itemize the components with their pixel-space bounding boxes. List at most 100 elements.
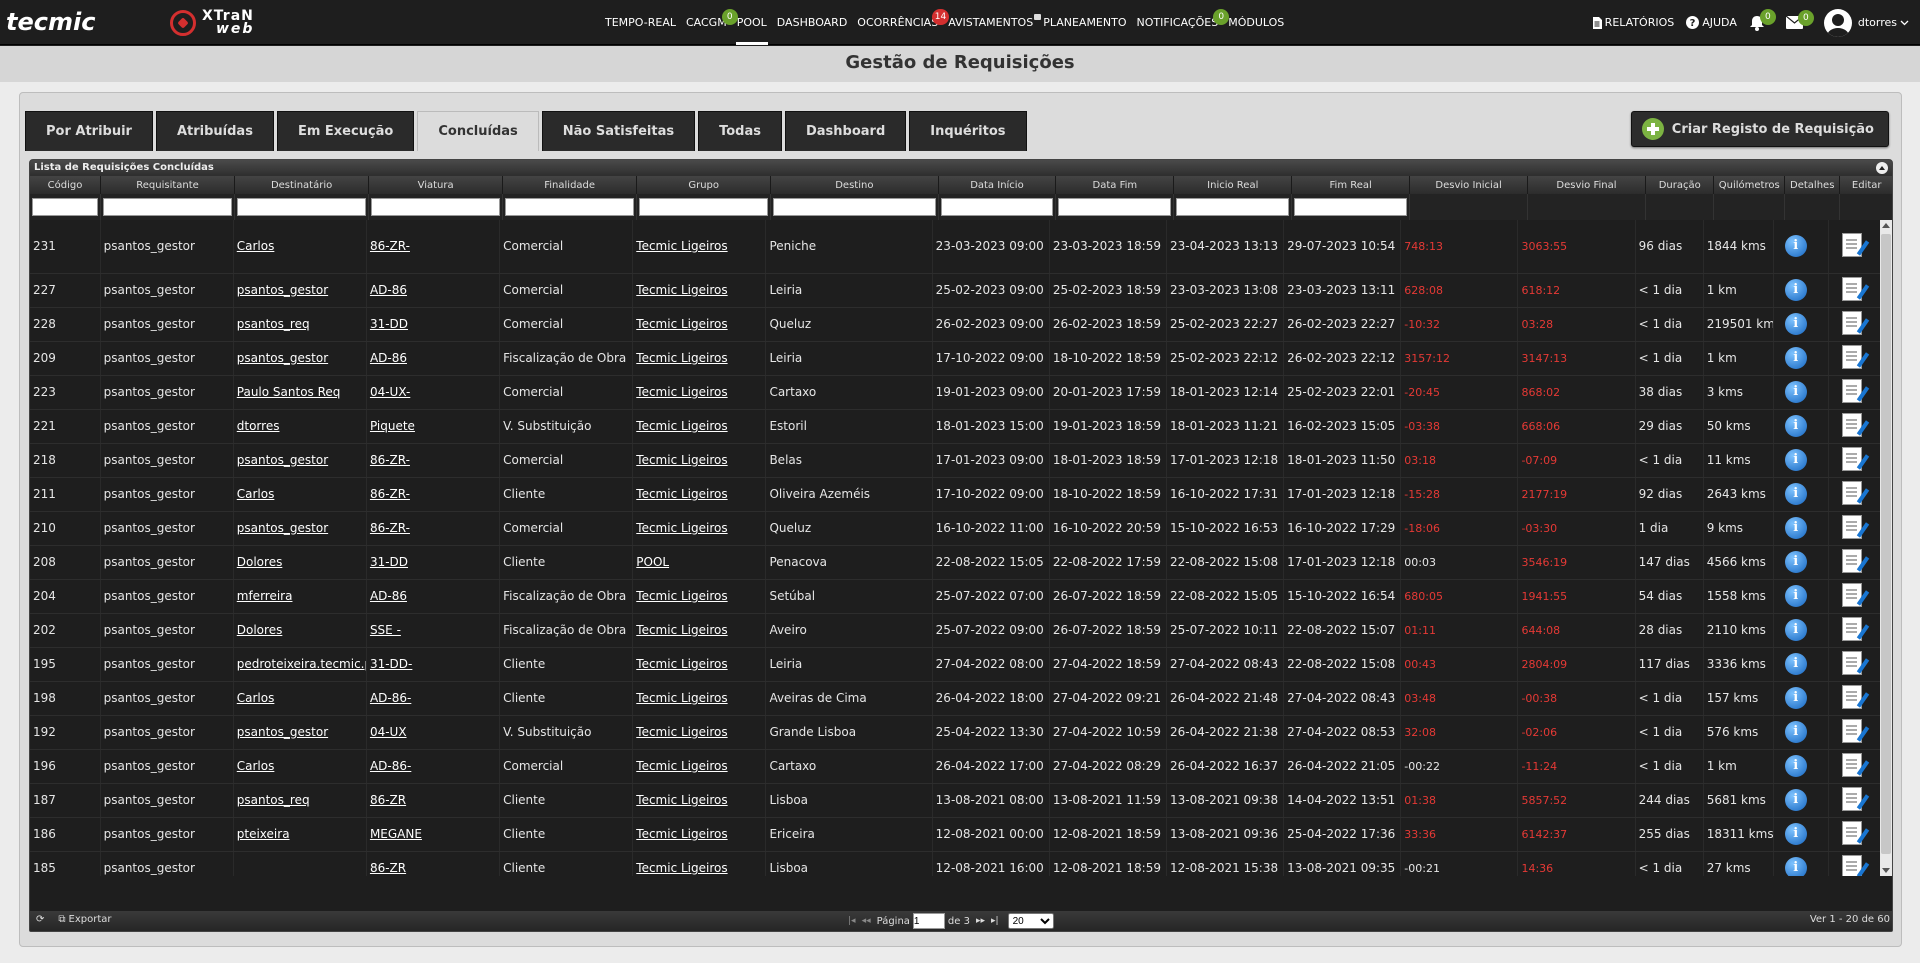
info-icon[interactable]: i (1784, 551, 1807, 573)
table-row[interactable]: 204 psantos_gestor mferreira AD-86 Fiscaliza… (30, 579, 1883, 614)
cell-link[interactable]: Tecmic Ligeiros (636, 317, 727, 331)
info-icon[interactable]: i (1784, 823, 1807, 845)
table-cell[interactable]: 86-ZR- (366, 511, 501, 546)
cell-link[interactable]: Tecmic Ligeiros (636, 385, 727, 399)
table-row[interactable]: 227 psantos_gestor psantos_gestor AD-86 Come… (30, 273, 1883, 308)
tab-6[interactable]: Dashboard (784, 111, 907, 151)
edit-icon[interactable] (1841, 232, 1862, 257)
info-icon[interactable]: i (1784, 517, 1807, 539)
cell-link[interactable]: POOL (636, 555, 669, 569)
cell-link[interactable]: Tecmic Ligeiros (636, 283, 727, 297)
edit-icon[interactable] (1841, 684, 1862, 709)
table-cell[interactable]: Carlos (233, 681, 367, 716)
column-header[interactable]: Desvio Final (1527, 176, 1646, 194)
table-cell[interactable]: AD-86- (366, 749, 501, 784)
table-cell[interactable]: Tecmic Ligeiros (632, 817, 767, 852)
cell-link[interactable]: psantos_gestor (237, 283, 328, 297)
export-icon[interactable]: ⧉ (58, 914, 65, 925)
nav-item-6[interactable]: PLANEAMENTO (1038, 0, 1131, 45)
cell-link[interactable]: Tecmic Ligeiros (636, 725, 727, 739)
cell-link[interactable]: AD-86- (370, 759, 411, 773)
info-icon[interactable]: i (1784, 789, 1807, 811)
info-icon[interactable]: i (1784, 721, 1807, 743)
column-header[interactable]: Inicio Real (1173, 176, 1293, 194)
column-header[interactable]: Quilómetros (1713, 176, 1786, 194)
column-header[interactable]: Requisitante (100, 176, 236, 194)
table-cell[interactable]: Tecmic Ligeiros (632, 341, 767, 376)
nav-item-5[interactable]: AVISTAMENTOS (943, 0, 1042, 45)
edit-icon[interactable] (1841, 854, 1862, 876)
table-cell[interactable]: Tecmic Ligeiros (632, 477, 767, 512)
table-cell[interactable]: Piquete (366, 409, 501, 444)
nav-item-4[interactable]: OCORRÊNCIAS 14 (852, 0, 950, 45)
table-cell[interactable]: 86-ZR- (366, 443, 501, 478)
prev-page-icon[interactable]: ◂◂ (862, 916, 871, 926)
info-icon[interactable]: i (1784, 235, 1807, 258)
cell-link[interactable]: 04-UX (370, 725, 407, 739)
table-cell[interactable]: MEGANE (366, 817, 501, 852)
table-cell[interactable]: 31-DD (366, 545, 501, 580)
table-row[interactable]: 218 psantos_gestor psantos_gestor 86-ZR- Com… (30, 443, 1883, 478)
table-cell[interactable]: dtorres (233, 409, 367, 444)
info-icon[interactable]: i (1784, 585, 1807, 607)
cell-link[interactable]: AD-86 (370, 351, 407, 365)
column-header[interactable]: Data Fim (1055, 176, 1175, 194)
cell-link[interactable]: psantos_gestor (237, 521, 328, 535)
table-cell[interactable]: Tecmic Ligeiros (632, 511, 767, 546)
tab-4[interactable]: Não Satisfeitas (541, 111, 696, 151)
cell-link[interactable]: 31-DD (370, 555, 408, 569)
table-cell[interactable]: Dolores (233, 545, 367, 580)
table-row[interactable]: 208 psantos_gestor Dolores 31-DD Cliente POOL… (30, 545, 1883, 580)
table-cell[interactable]: psantos_gestor (233, 715, 367, 750)
cell-link[interactable]: Piquete (370, 419, 415, 433)
cell-link[interactable]: AD-86 (370, 589, 407, 603)
tab-1[interactable]: Atribuídas (155, 111, 274, 151)
cell-link[interactable]: Tecmic Ligeiros (636, 589, 727, 603)
table-row[interactable]: 187 psantos_gestor psantos_req 86-ZR Cliente… (30, 783, 1883, 818)
nav-item-7[interactable]: NOTIFICAÇÕES 0 (1132, 0, 1230, 45)
column-header[interactable]: Viatura (368, 176, 504, 194)
table-row[interactable]: 198 psantos_gestor Carlos AD-86- Cliente Tecm… (30, 681, 1883, 716)
cell-link[interactable]: Dolores (237, 555, 283, 569)
info-icon[interactable]: i (1784, 687, 1807, 709)
nav-item-3[interactable]: DASHBOARD (772, 0, 853, 45)
grid-body-scroll[interactable]: 231 psantos_gestor Carlos 86-ZR- Comercial Te… (30, 220, 1892, 876)
table-cell[interactable]: Carlos (233, 749, 367, 784)
cell-link[interactable]: Dolores (237, 623, 283, 637)
cell-link[interactable]: dtorres (237, 419, 280, 433)
edit-icon[interactable] (1841, 480, 1862, 505)
cell-link[interactable]: Tecmic Ligeiros (636, 239, 727, 253)
cell-link[interactable]: Tecmic Ligeiros (636, 419, 727, 433)
column-header[interactable]: Grupo (636, 176, 772, 194)
table-cell[interactable]: 86-ZR (366, 851, 501, 876)
column-header[interactable]: Destinatário (234, 176, 370, 194)
table-cell[interactable]: 86-ZR (366, 783, 501, 818)
column-header[interactable]: Detalhes (1784, 176, 1841, 194)
table-cell[interactable]: Tecmic Ligeiros (632, 409, 767, 444)
cell-link[interactable]: MEGANE (370, 827, 422, 841)
table-cell[interactable]: psantos_gestor (233, 511, 367, 546)
nav-item-8[interactable]: MÓDULOS (1223, 0, 1289, 45)
user-menu[interactable]: dtorres (1823, 8, 1912, 37)
table-row[interactable]: 192 psantos_gestor psantos_gestor 04-UX V. S… (30, 715, 1883, 750)
table-row[interactable]: 221 psantos_gestor dtorres Piquete V. Substi… (30, 409, 1883, 444)
table-cell[interactable]: Tecmic Ligeiros (632, 375, 767, 410)
info-icon[interactable]: i (1784, 313, 1807, 335)
edit-icon[interactable] (1841, 548, 1862, 573)
info-icon[interactable]: i (1784, 483, 1807, 505)
column-filter-input[interactable] (773, 198, 936, 216)
table-cell[interactable]: Tecmic Ligeiros (632, 681, 767, 716)
table-row[interactable]: 231 psantos_gestor Carlos 86-ZR- Comercial Te… (30, 220, 1883, 274)
cell-link[interactable]: AD-86- (370, 691, 411, 705)
cell-link[interactable]: 86-ZR- (370, 487, 410, 501)
table-row[interactable]: 196 psantos_gestor Carlos AD-86- Comercial Te… (30, 749, 1883, 784)
table-row[interactable]: 185 psantos_gestor 86-ZR Cliente Tecmic Lige… (30, 851, 1883, 876)
table-cell[interactable]: psantos_gestor (233, 341, 367, 376)
table-cell[interactable]: Carlos (233, 220, 367, 274)
cell-link[interactable]: 31-DD- (370, 657, 412, 671)
table-cell[interactable]: psantos_gestor (233, 443, 367, 478)
cell-link[interactable]: psantos_gestor (237, 725, 328, 739)
info-icon[interactable]: i (1784, 449, 1807, 471)
column-header[interactable]: Data Início (938, 176, 1057, 194)
last-page-icon[interactable]: ▸| (991, 916, 999, 926)
